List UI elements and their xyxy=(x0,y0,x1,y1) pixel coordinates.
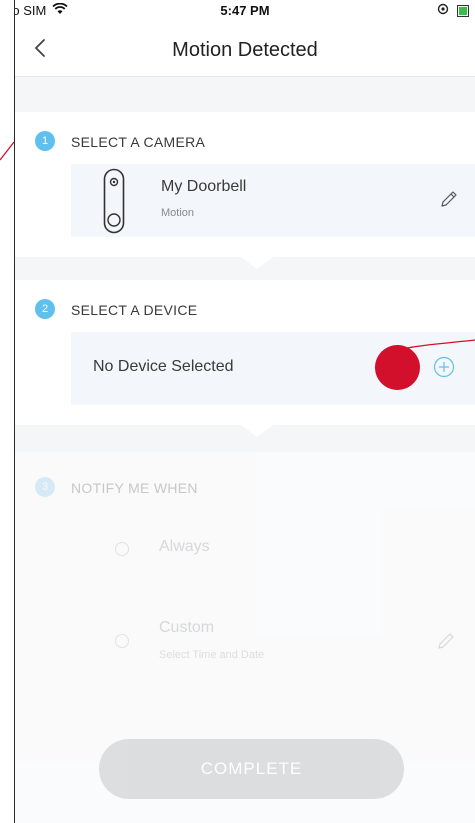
step-badge: 1 xyxy=(35,131,55,151)
section-connector xyxy=(241,257,273,269)
annotation-marker xyxy=(375,345,420,390)
orientation-lock-icon xyxy=(437,3,449,18)
status-bar: No SIM 5:47 PM xyxy=(15,0,475,22)
step-label: NOTIFY ME WHEN xyxy=(71,480,198,496)
camera-name: My Doorbell xyxy=(161,178,247,195)
camera-subtitle: Motion xyxy=(161,207,195,219)
page-title: Motion Detected xyxy=(172,39,318,61)
battery-icon xyxy=(457,4,469,17)
clock: 5:47 PM xyxy=(220,3,270,18)
no-device-label: No Device Selected xyxy=(93,358,234,375)
pencil-icon[interactable] xyxy=(438,188,460,210)
step-badge: 2 xyxy=(35,299,55,319)
camera-card[interactable]: My Doorbell Motion xyxy=(71,164,475,237)
nav-bar: Motion Detected xyxy=(15,22,475,77)
option-custom-subtitle: Select Time and Date xyxy=(159,649,265,661)
plus-circle-icon xyxy=(433,356,455,378)
radio-always[interactable] xyxy=(115,542,129,556)
step-label: SELECT A CAMERA xyxy=(71,134,206,150)
pencil-icon[interactable] xyxy=(435,630,457,657)
option-custom-label: Custom xyxy=(159,619,215,636)
add-device-button[interactable] xyxy=(432,355,456,379)
complete-button[interactable]: COMPLETE xyxy=(99,739,404,799)
doorbell-icon xyxy=(103,168,125,239)
step-label: SELECT A DEVICE xyxy=(71,302,198,318)
status-icons xyxy=(437,3,469,18)
radio-custom[interactable] xyxy=(115,634,129,648)
option-always-label: Always xyxy=(159,538,210,555)
section-connector xyxy=(241,425,273,437)
app-frame: No SIM 5:47 PM Motion Detected 1 SELECT … xyxy=(14,0,475,823)
select-camera-section: 1 SELECT A CAMERA My Doorbell Motion xyxy=(15,112,475,257)
step-badge: 3 xyxy=(35,477,55,497)
